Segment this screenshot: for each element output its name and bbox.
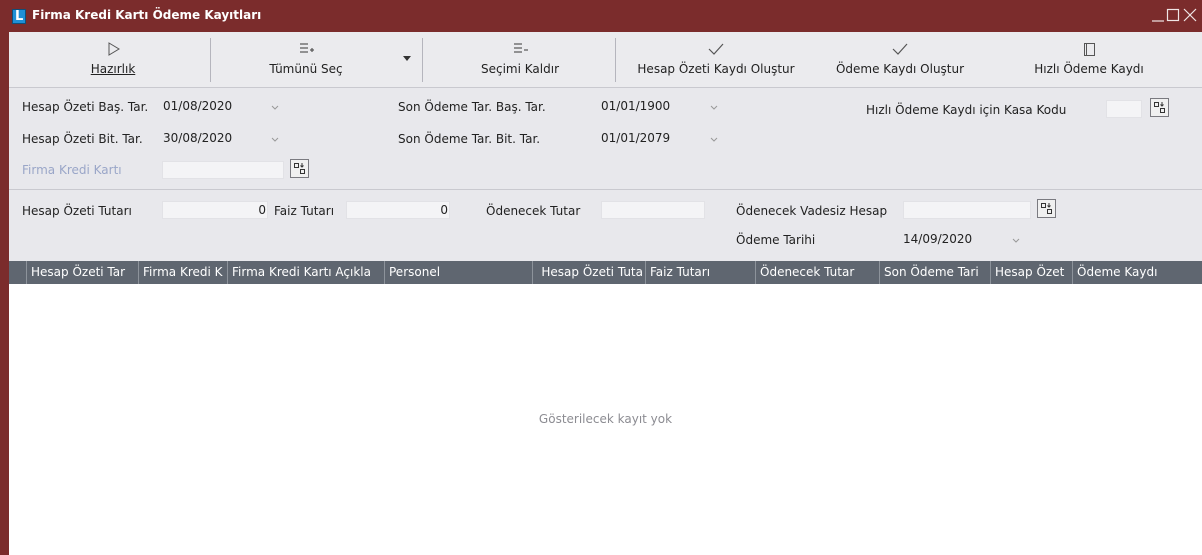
column-header[interactable]: Ödeme Kaydı: [1072, 261, 1202, 284]
deselect-icon: [425, 41, 615, 57]
hesap-ozeti-bit-tar-input[interactable]: 30/08/2020: [163, 131, 232, 145]
odenecek-tutar-input[interactable]: [601, 201, 705, 219]
firma-kredi-karti-label: Firma Kredi Kartı: [22, 163, 122, 177]
select-all-icon: [213, 41, 399, 57]
hesap-ozeti-tutari-label: Hesap Özeti Tutarı: [22, 204, 132, 218]
lookup-icon[interactable]: [1037, 199, 1056, 218]
chevron-down-icon[interactable]: [709, 135, 719, 145]
column-header[interactable]: Firma Kredi Kartı Açıkla: [227, 261, 384, 284]
app-logo-icon: L: [12, 9, 26, 24]
chevron-down-icon[interactable]: [270, 103, 280, 113]
tumunu-sec-label: Tümünü Seç: [269, 62, 343, 76]
faiz-tutari-label: Faiz Tutarı: [274, 204, 335, 218]
title-bar: L Firma Kredi Kartı Ödeme Kayıtları: [0, 0, 1202, 32]
son-odeme-tar-bas-input[interactable]: 01/01/1900: [601, 99, 670, 113]
checkmark-icon: [817, 41, 983, 57]
tumunu-sec-dropdown-icon[interactable]: [399, 50, 415, 66]
firma-kredi-karti-input[interactable]: [162, 161, 284, 179]
column-header[interactable]: Hesap Özeti Tuta: [532, 261, 645, 284]
hesap-ozeti-kaydi-olustur-button[interactable]: Hesap Özeti Kaydı Oluştur: [619, 32, 813, 87]
client-area: Hazırlık Tümünü Seç Seçimi Kaldır Hesap …: [9, 32, 1202, 555]
hesap-ozeti-bas-tar-input[interactable]: 01/08/2020: [163, 99, 232, 113]
minimize-icon[interactable]: [1150, 5, 1166, 25]
faiz-tutari-value: 0: [440, 203, 448, 217]
son-odeme-tar-bas-label: Son Ödeme Tar. Baş. Tar.: [398, 100, 546, 114]
column-header[interactable]: Hesap Özet: [990, 261, 1072, 284]
son-odeme-tar-bit-label: Son Ödeme Tar. Bit. Tar.: [398, 132, 541, 146]
kasa-kodu-label: Hızlı Ödeme Kaydı için Kasa Kodu: [866, 103, 1067, 117]
document-icon: [999, 41, 1179, 57]
toolbar: Hazırlık Tümünü Seç Seçimi Kaldır Hesap …: [9, 32, 1202, 88]
column-header[interactable]: Faiz Tutarı: [645, 261, 755, 284]
toolbar-separator: [615, 38, 616, 82]
column-header[interactable]: Hesap Özeti Tar: [26, 261, 138, 284]
column-header[interactable]: Firma Kredi K: [138, 261, 227, 284]
odeme-kaydi-olustur-label: Ödeme Kaydı Oluştur: [835, 62, 965, 76]
odenecek-vadesiz-hesap-input[interactable]: [903, 201, 1031, 219]
hesap-ozeti-tutari-value: 0: [258, 203, 266, 217]
grid-body[interactable]: Gösterilecek kayıt yok: [9, 284, 1202, 555]
totals-panel: Hesap Özeti Tutarı 0 Faiz Tutarı 0 Ödene…: [9, 191, 1202, 260]
secimi-kaldir-button[interactable]: Seçimi Kaldır: [425, 32, 615, 87]
column-header[interactable]: Son Ödeme Tari: [879, 261, 990, 284]
hesap-ozeti-bas-tar-label: Hesap Özeti Baş. Tar.: [22, 100, 149, 114]
column-header[interactable]: Ödenecek Tutar: [755, 261, 879, 284]
empty-grid-message: Gösterilecek kayıt yok: [538, 412, 673, 426]
toolbar-separator: [422, 38, 423, 82]
tumunu-sec-button[interactable]: Tümünü Seç: [213, 32, 399, 87]
odenecek-tutar-label: Ödenecek Tutar: [486, 204, 581, 218]
chevron-down-icon[interactable]: [1011, 236, 1021, 246]
window-title: Firma Kredi Kartı Ödeme Kayıtları: [32, 8, 262, 22]
column-header[interactable]: Personel: [384, 261, 532, 284]
app-logo-letter: L: [15, 9, 24, 24]
odeme-tarihi-input[interactable]: 14/09/2020: [903, 232, 972, 246]
secimi-kaldir-label: Seçimi Kaldır: [481, 62, 559, 76]
toolbar-separator: [210, 38, 211, 82]
chevron-down-icon[interactable]: [270, 135, 280, 145]
checkmark-icon: [619, 41, 813, 57]
maximize-icon[interactable]: [1165, 5, 1181, 25]
filter-panel: Hesap Özeti Baş. Tar. 01/08/2020 Hesap Ö…: [9, 89, 1202, 190]
hizli-odeme-kaydi-button[interactable]: Hızlı Ödeme Kaydı: [999, 32, 1179, 87]
odenecek-vadesiz-hesap-label: Ödenecek Vadesiz Hesap: [736, 204, 888, 218]
play-icon: [13, 41, 213, 57]
lookup-icon[interactable]: [1150, 98, 1169, 117]
hazirlik-label: Hazırlık: [90, 62, 136, 76]
hesap-ozeti-bit-tar-label: Hesap Özeti Bit. Tar.: [22, 132, 143, 146]
lookup-icon[interactable]: [290, 159, 309, 178]
hizli-odeme-kaydi-label: Hızlı Ödeme Kaydı: [1034, 62, 1144, 76]
close-icon[interactable]: [1182, 5, 1198, 25]
app-window: L Firma Kredi Kartı Ödeme Kayıtları Hazı…: [0, 0, 1202, 555]
odeme-tarihi-label: Ödeme Tarihi: [736, 233, 816, 247]
kasa-kodu-input[interactable]: [1106, 100, 1142, 118]
odeme-kaydi-olustur-button[interactable]: Ödeme Kaydı Oluştur: [817, 32, 983, 87]
grid-header: Hesap Özeti Tar Firma Kredi K Firma Kred…: [9, 261, 1202, 284]
son-odeme-tar-bit-input[interactable]: 01/01/2079: [601, 131, 670, 145]
hazirlik-button[interactable]: Hazırlık: [13, 32, 213, 87]
hesap-ozeti-kaydi-olustur-label: Hesap Özeti Kaydı Oluştur: [637, 62, 795, 76]
chevron-down-icon[interactable]: [709, 103, 719, 113]
